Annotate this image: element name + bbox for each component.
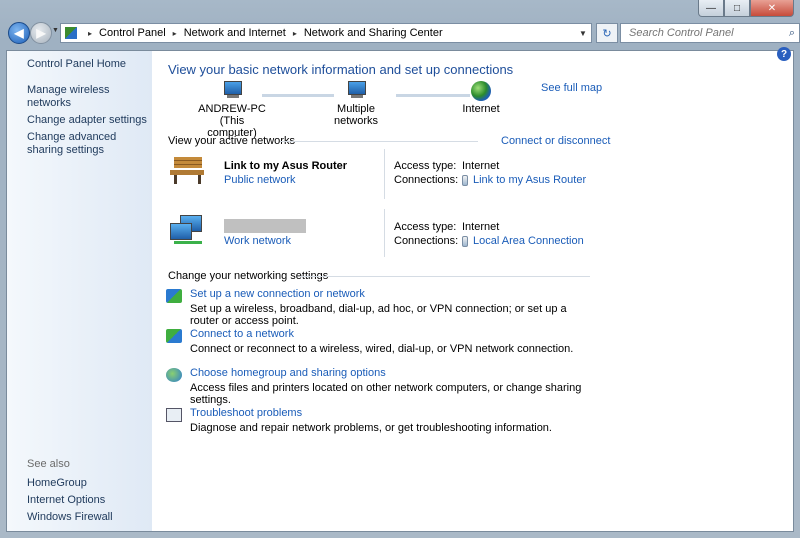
- breadcrumb-separator-icon[interactable]: ▸: [173, 29, 177, 38]
- node-internet: Internet: [446, 81, 516, 115]
- vertical-divider: [384, 209, 385, 257]
- multiple-networks-label: Multiple networks: [333, 103, 379, 127]
- network-entry: Link to my Asus Router Public network Ac…: [168, 149, 590, 199]
- active-networks-heading: View your active networks: [168, 135, 295, 147]
- task-link[interactable]: Choose homegroup and sharing options: [190, 367, 386, 379]
- task-connect-network: Connect to a network Connect or reconnec…: [166, 328, 586, 360]
- sidebar-item-change-adapter[interactable]: Change adapter settings: [27, 114, 152, 127]
- back-button[interactable]: ◀: [8, 22, 30, 44]
- see-also-section: See also HomeGroup Internet Options Wind…: [27, 458, 113, 528]
- breadcrumb-network-and-sharing-center[interactable]: Network and Sharing Center: [304, 27, 443, 39]
- computer-name: ANDREW-PC: [198, 103, 266, 115]
- address-bar[interactable]: ▸ Control Panel ▸ Network and Internet ▸…: [60, 23, 592, 43]
- see-also-homegroup[interactable]: HomeGroup: [27, 477, 113, 490]
- task-troubleshoot: Troubleshoot problems Diagnose and repai…: [166, 407, 586, 439]
- network-entry: Work network Access type: Internet Conne…: [168, 209, 590, 257]
- address-dropdown-icon[interactable]: ▼: [575, 29, 591, 38]
- network-type-link[interactable]: Work network: [224, 235, 291, 247]
- vertical-divider: [384, 149, 385, 199]
- network-type-link[interactable]: Public network: [224, 174, 296, 186]
- minimize-button[interactable]: —: [698, 0, 724, 17]
- section-divider: [280, 141, 478, 142]
- troubleshoot-icon: [166, 408, 182, 422]
- connection-link[interactable]: Link to my Asus Router: [473, 174, 586, 186]
- task-homegroup-sharing: Choose homegroup and sharing options Acc…: [166, 367, 586, 406]
- connections-label: Connections:: [394, 174, 459, 186]
- search-box: ⌕: [620, 23, 800, 43]
- task-link[interactable]: Troubleshoot problems: [190, 407, 302, 419]
- see-also-windows-firewall[interactable]: Windows Firewall: [27, 511, 113, 524]
- task-description: Access files and printers located on oth…: [190, 382, 582, 406]
- see-also-heading: See also: [27, 458, 70, 470]
- task-link[interactable]: Connect to a network: [190, 328, 294, 340]
- search-input[interactable]: [627, 26, 781, 40]
- caption-buttons: — □ ✕: [698, 0, 794, 18]
- forward-button[interactable]: ▶: [30, 22, 52, 44]
- connection-entry: Local Area Connection: [462, 235, 584, 247]
- control-panel-icon: [65, 27, 77, 39]
- work-network-icon: [168, 215, 204, 245]
- globe-icon: [471, 81, 491, 101]
- connection-entry: Link to my Asus Router: [462, 174, 586, 186]
- close-button[interactable]: ✕: [750, 0, 794, 17]
- internet-label: Internet: [462, 103, 500, 115]
- access-type-label: Access type:: [394, 221, 457, 233]
- breadcrumb-separator-icon[interactable]: ▸: [88, 29, 92, 38]
- sidebar-item-advanced-sharing[interactable]: Change advanced sharing settings: [27, 131, 152, 157]
- explorer-window: — □ ✕ ◀ ▶ ▼ ▸ Control Panel ▸ Network an…: [0, 0, 800, 538]
- wireless-connection-icon: [462, 174, 468, 186]
- task-description: Diagnose and repair network problems, or…: [190, 422, 552, 434]
- network-icon: [345, 81, 367, 101]
- access-type-value: Internet: [462, 160, 500, 172]
- connections-label: Connections:: [394, 235, 459, 247]
- section-divider: [300, 276, 590, 277]
- homegroup-icon: [166, 368, 182, 382]
- redacted-network-name: [224, 219, 306, 233]
- search-icon[interactable]: ⌕: [789, 27, 795, 40]
- refresh-button[interactable]: ↻: [596, 23, 618, 43]
- node-this-computer: ANDREW-PC (This computer): [196, 81, 268, 139]
- breadcrumb-network-and-internet[interactable]: Network and Internet: [184, 27, 286, 39]
- see-also-internet-options[interactable]: Internet Options: [27, 494, 113, 507]
- computer-icon: [221, 81, 243, 101]
- breadcrumb-separator-icon[interactable]: ▸: [293, 29, 297, 38]
- setup-connection-icon: [166, 289, 182, 303]
- public-network-bench-icon: [168, 157, 204, 185]
- access-type-value: Internet: [462, 221, 500, 233]
- recent-pages-dropdown-icon[interactable]: ▼: [52, 27, 59, 34]
- task-setup-connection: Set up a new connection or network Set u…: [166, 288, 586, 327]
- sidebar-item-manage-wireless[interactable]: Manage wireless networks: [27, 84, 152, 110]
- connection-link[interactable]: Local Area Connection: [473, 235, 584, 247]
- wired-connection-icon: [462, 235, 468, 247]
- client-area: Control Panel Home Manage wireless netwo…: [6, 47, 794, 532]
- main-content: ? View your basic network information an…: [152, 47, 793, 531]
- task-pane: Control Panel Home Manage wireless netwo…: [7, 51, 152, 531]
- connect-or-disconnect-link[interactable]: Connect or disconnect: [501, 135, 610, 147]
- help-icon[interactable]: ?: [777, 47, 791, 61]
- page-title: View your basic network information and …: [168, 62, 514, 77]
- task-link[interactable]: Set up a new connection or network: [190, 288, 365, 300]
- task-description: Set up a wireless, broadband, dial-up, a…: [190, 303, 567, 327]
- navigation-bar: ◀ ▶ ▼ ▸ Control Panel ▸ Network and Inte…: [6, 22, 800, 46]
- network-name: Link to my Asus Router: [224, 160, 348, 172]
- connect-network-icon: [166, 329, 182, 343]
- maximize-button[interactable]: □: [724, 0, 750, 17]
- sidebar-control-panel-home[interactable]: Control Panel Home: [27, 58, 152, 71]
- breadcrumb-control-panel[interactable]: Control Panel: [99, 27, 166, 39]
- access-type-label: Access type:: [394, 160, 457, 172]
- network-map: ANDREW-PC (This computer) Multiple netwo…: [168, 81, 588, 139]
- node-multiple-networks: Multiple networks: [318, 81, 394, 127]
- task-description: Connect or reconnect to a wireless, wire…: [190, 343, 574, 355]
